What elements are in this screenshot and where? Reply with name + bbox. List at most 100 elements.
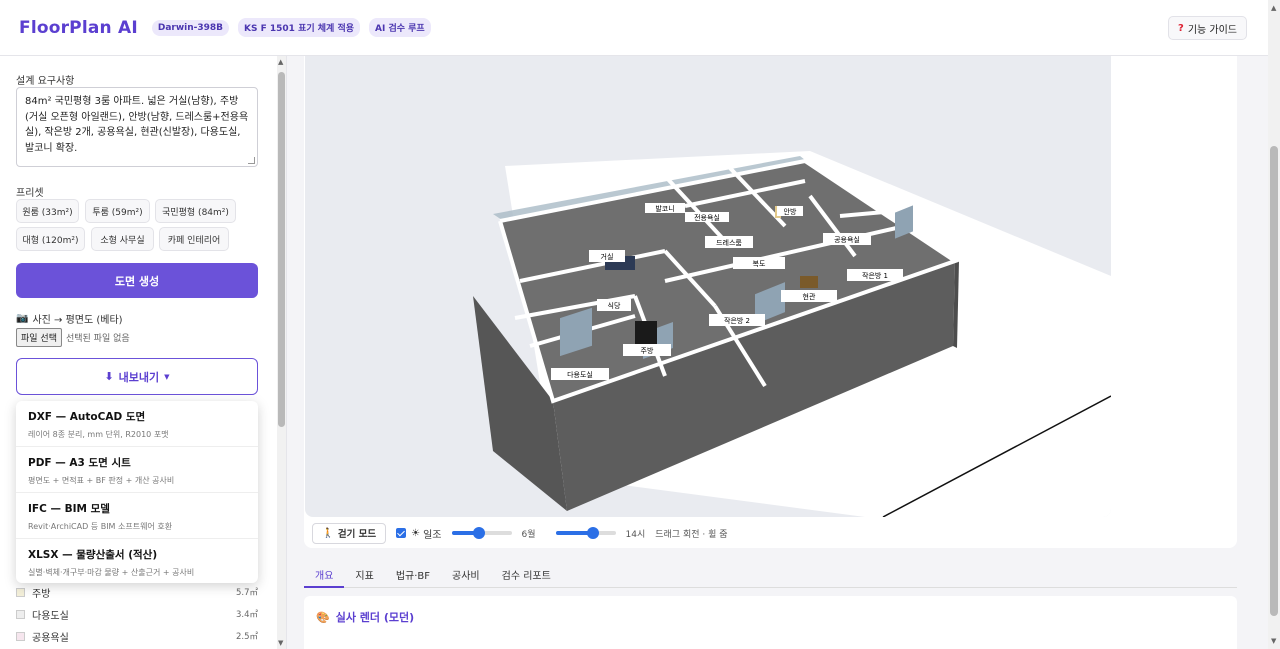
preset-label: 프리셋 [16,188,44,199]
sidebar: 설계 요구사항 84m² 국민평형 3룸 아파트. 넓은 거실(남향), 주방(… [0,56,287,649]
label-dining: 식당 [608,301,621,310]
requirements-label: 설계 요구사항 [16,76,75,87]
room-swatch [16,587,25,597]
label-bath: 공용욕실 [834,235,860,244]
viewer-controls: 🚶 걷기 모드 ☀ 일조 6월 14시 드래그 회전 · 휠 줌 [312,522,738,544]
label-master: 안방 [784,207,797,216]
standard-badge: KS F 1501 표기 체계 적용 [238,18,361,37]
sun-label: 일조 [423,529,442,541]
label-corridor: 복도 [753,260,766,268]
walk-label: 걷기 모드 [337,529,377,540]
hour-slider[interactable] [555,527,616,539]
label-kitchen: 주방 [641,346,654,355]
sun-icon: ☀ [411,527,421,539]
photo-label: 사진 → 평면도 (베타) [32,315,123,326]
export-xlsx-desc: 실별·벽체·개구부·마감 물량 + 산출근거 + 공사비 [28,568,195,577]
walk-mode-button[interactable]: 🚶 걷기 모드 [312,522,387,544]
label-room1: 작은방 1 [862,271,888,280]
guide-label: 기능 가이드 [1187,24,1237,36]
requirements-textarea[interactable]: 84m² 국민평형 3룸 아파트. 넓은 거실(남향), 주방(거실 오픈형 아… [16,87,258,167]
camera-icon: 📷 [16,313,29,324]
app-logo[interactable]: FloorPlan AI [19,18,138,38]
top-header: FloorPlan AI Darwin-398B KS F 1501 표기 체계… [0,0,1268,56]
scroll-down-icon[interactable]: ▼ [1271,637,1276,645]
result-tabs: 개요 지표 법규·BF 공사비 검수 리포트 [304,561,1237,588]
sun-checkbox[interactable] [396,528,407,538]
main-panel: 거실 식당 주방 다용도실 작은방 2 현관 복도 작은방 1 공용욕실 드레스… [287,56,1268,649]
scroll-up-icon[interactable]: ▲ [278,58,283,66]
scroll-down-icon[interactable]: ▼ [278,639,283,647]
preset-tworoom[interactable]: 투룸 (59m²) [85,199,150,223]
slider-knob[interactable] [586,527,599,539]
export-pdf[interactable]: PDF — A3 도면 시트 평면도 + 면적표 + BF 판정 + 개산 공사… [16,447,258,493]
download-icon: ⬇ [104,370,114,383]
room-row-bath[interactable]: 공용욕실 2.5㎡ [16,628,258,644]
room-swatch [16,609,25,619]
export-ifc-desc: Revit·ArchiCAD 등 BIM 소프트웨어 호환 [28,522,173,531]
export-dxf-desc: 레이어 8종 분리, mm 단위, R2010 포맷 [28,430,169,439]
model-badge: Darwin-398B [151,19,230,36]
export-dxf-title: DXF — AutoCAD 도면 [28,411,146,423]
export-pdf-title: PDF — A3 도면 시트 [28,457,131,469]
render-title: 🎨 실사 렌더 (모던) [316,609,414,625]
preset-oneroom[interactable]: 원룸 (33m²) [16,199,79,223]
month-slider[interactable] [451,527,512,539]
page-scrollbar[interactable]: ▲ ▼ [1268,0,1280,649]
requirements-text: 84m² 국민평형 3룸 아파트. 넓은 거실(남향), 주방(거실 오픈형 아… [25,96,249,154]
hour-value: 14시 [625,529,646,540]
room-row-kitchen[interactable]: 주방 5.7㎡ [16,584,258,600]
tab-overview[interactable]: 개요 [304,561,345,588]
preset-84[interactable]: 국민평형 (84m²) [155,199,236,223]
room-swatch [16,631,25,641]
export-dxf[interactable]: DXF — AutoCAD 도면 레이어 8종 분리, mm 단위, R2010… [16,401,258,447]
app-root: FloorPlan AI Darwin-398B KS F 1501 표기 체계… [0,0,1280,649]
chevron-down-icon: ▼ [164,372,170,381]
label-utility: 다용도실 [567,370,593,379]
shoe-cabinet [800,276,818,288]
room-name: 주방 [32,588,51,600]
page-scroll-thumb[interactable] [1270,146,1278,616]
export-label: 내보내기 [118,370,160,384]
preset-large[interactable]: 대형 (120m²) [16,227,85,251]
export-pdf-desc: 평면도 + 면적표 + BF 판정 + 개산 공사비 [28,476,175,485]
label-room2: 작은방 2 [724,316,750,325]
room-area: 5.7㎡ [235,588,258,598]
preset-cafe[interactable]: 카페 인테리어 [159,227,229,251]
question-icon: ? [1178,22,1184,34]
label-balcony: 발코니 [655,204,674,213]
label-dress: 드레스룸 [716,238,742,247]
export-ifc[interactable]: IFC — BIM 모델 Revit·ArchiCAD 등 BIM 소프트웨어 … [16,493,258,539]
sidebar-scroll-thumb[interactable] [278,72,285,427]
export-ifc-title: IFC — BIM 모델 [28,503,110,515]
label-ensuite: 전용욕실 [694,213,720,222]
viewer-card: 거실 식당 주방 다용도실 작은방 2 현관 복도 작은방 1 공용욕실 드레스… [304,56,1237,548]
review-loop-badge: AI 검수 루프 [369,18,431,37]
room-area: 3.4㎡ [235,610,258,620]
resize-handle-icon[interactable] [248,157,255,164]
viewer-hint: 드래그 회전 · 휠 줌 [655,529,728,540]
scroll-up-icon[interactable]: ▲ [1271,4,1276,12]
export-xlsx[interactable]: XLSX — 물량산출서 (적산) 실별·벽체·개구부·마감 물량 + 산출근거… [16,539,258,585]
export-button[interactable]: ⬇ 내보내기 ▼ [16,358,258,395]
guide-button[interactable]: ? 기능 가이드 [1168,16,1247,40]
sidebar-scrollbar[interactable]: ▲ ▼ [277,56,286,649]
month-value: 6월 [521,529,536,540]
file-status: 선택된 파일 없음 [65,334,130,344]
generate-button[interactable]: 도면 생성 [16,263,258,298]
photo-to-plan: 📷 사진 → 평면도 (베타) [16,311,123,326]
room-area: 2.5㎡ [235,632,258,642]
tab-cost[interactable]: 공사비 [441,561,491,588]
room-row-utility[interactable]: 다용도실 3.4㎡ [16,606,258,622]
tab-review-report[interactable]: 검수 리포트 [491,561,562,588]
preset-office[interactable]: 소형 사무실 [91,227,154,251]
file-select-button[interactable]: 파일 선택 [16,328,62,347]
export-xlsx-title: XLSX — 물량산출서 (적산) [28,549,158,561]
render-card: 🎨 실사 렌더 (모던) [304,596,1237,649]
room-name: 다용도실 [32,610,69,622]
tab-metrics[interactable]: 지표 [344,561,384,588]
tab-regulation[interactable]: 법규·BF [385,561,441,588]
slider-knob[interactable] [473,527,486,539]
3d-viewport[interactable]: 거실 식당 주방 다용도실 작은방 2 현관 복도 작은방 1 공용욕실 드레스… [305,56,1111,517]
export-dropdown: DXF — AutoCAD 도면 레이어 8종 분리, mm 단위, R2010… [16,401,258,583]
room-name: 공용욕실 [32,632,69,644]
